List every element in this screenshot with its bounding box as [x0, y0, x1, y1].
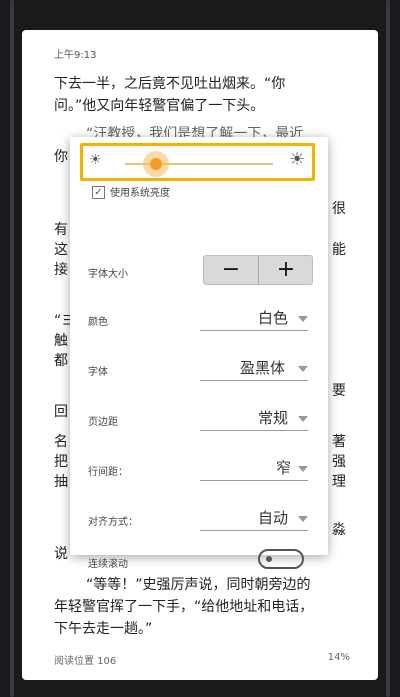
caret-down-icon	[298, 416, 308, 422]
text-fragment: 理	[332, 474, 346, 490]
font-size-increase-button[interactable]: +	[259, 256, 313, 284]
phone-edge-right	[386, 0, 390, 697]
font-size-stepper: − +	[203, 255, 313, 285]
text-fragment: 强	[332, 454, 346, 470]
color-select[interactable]: 白色	[258, 307, 288, 328]
font-size-label: 字体大小	[88, 269, 128, 280]
phone-edge-left	[10, 0, 14, 697]
reader-settings-panel: ☀ ☀ ✓ 使用系统亮度 字体大小 − + 颜色 白色 字体 盈黑体 页边距 常…	[70, 137, 328, 570]
text-line-5: 下午去走一趟。”	[54, 621, 153, 637]
text-line-4: 年轻警官挥了一下手，“给他地址和电话，	[54, 599, 314, 615]
continuous-scroll-label: 连续滚动	[88, 559, 128, 570]
text-fragment: 能	[332, 242, 346, 258]
text-fragment: 抽	[54, 474, 68, 490]
brightness-thumb[interactable]	[150, 158, 162, 170]
alignment-select[interactable]: 自动	[258, 507, 288, 528]
margin-select[interactable]: 常规	[258, 407, 288, 428]
alignment-label: 对齐方式：	[88, 517, 138, 528]
alignment-underline	[200, 530, 308, 531]
status-time: 上午9:13	[54, 50, 97, 61]
use-system-brightness-label: 使用系统亮度	[110, 188, 170, 199]
text-fragment: 著	[332, 434, 346, 450]
text-fragment: 接	[54, 262, 68, 278]
text-fragment: 这	[54, 242, 68, 258]
text-line-1: 下去一半，之后竟不见吐出烟来。“你	[54, 76, 286, 92]
caret-down-icon	[298, 516, 308, 522]
text-fragment: 淼	[332, 522, 346, 538]
line-spacing-underline	[200, 480, 308, 481]
margin-label: 页边距	[88, 417, 118, 428]
color-label: 颜色	[88, 317, 108, 328]
phone-frame: 上午9:13 下去一半，之后竟不见吐出烟来。“你 问。”他又向年轻警官偏了一下头…	[0, 0, 400, 697]
reading-percent: 14%	[327, 652, 350, 663]
brightness-slider[interactable]: ☀ ☀	[80, 143, 315, 181]
text-fragment: 触	[54, 333, 68, 349]
font-underline	[200, 380, 308, 381]
font-select[interactable]: 盈黑体	[240, 357, 285, 378]
color-underline	[200, 330, 308, 331]
sun-large-icon: ☀	[289, 149, 306, 170]
text-line-2: 问。”他又向年轻警官偏了一下头。	[54, 98, 265, 114]
text-line-3: “等等！”史强厉声说，同时朝旁边的	[86, 577, 311, 593]
font-label: 字体	[88, 367, 108, 378]
reader-screen[interactable]: 上午9:13 下去一半，之后竟不见吐出烟来。“你 问。”他又向年轻警官偏了一下头…	[22, 30, 378, 680]
text-fragment: 有	[54, 222, 68, 238]
caret-down-icon	[298, 316, 308, 322]
toggle-knob	[266, 556, 272, 562]
caret-down-icon	[298, 466, 308, 472]
text-fragment: 要	[332, 383, 346, 399]
caret-down-icon	[298, 366, 308, 372]
text-fragment: 你	[54, 149, 68, 165]
text-fragment: 说	[54, 546, 68, 562]
font-size-decrease-button[interactable]: −	[204, 256, 258, 284]
reading-position: 阅读位置 106	[54, 656, 117, 667]
text-fragment: 很	[332, 201, 346, 217]
text-fragment: 把	[54, 454, 68, 470]
sun-small-icon: ☀	[89, 152, 102, 168]
margin-underline	[200, 430, 308, 431]
text-fragment: 回	[54, 404, 68, 420]
text-fragment: 名	[54, 434, 68, 450]
use-system-brightness-checkbox[interactable]: ✓	[92, 186, 105, 199]
continuous-scroll-toggle[interactable]	[258, 549, 304, 569]
line-spacing-select[interactable]: 窄	[276, 457, 291, 478]
text-fragment: 都	[54, 353, 68, 369]
line-spacing-label: 行间距：	[88, 467, 128, 478]
